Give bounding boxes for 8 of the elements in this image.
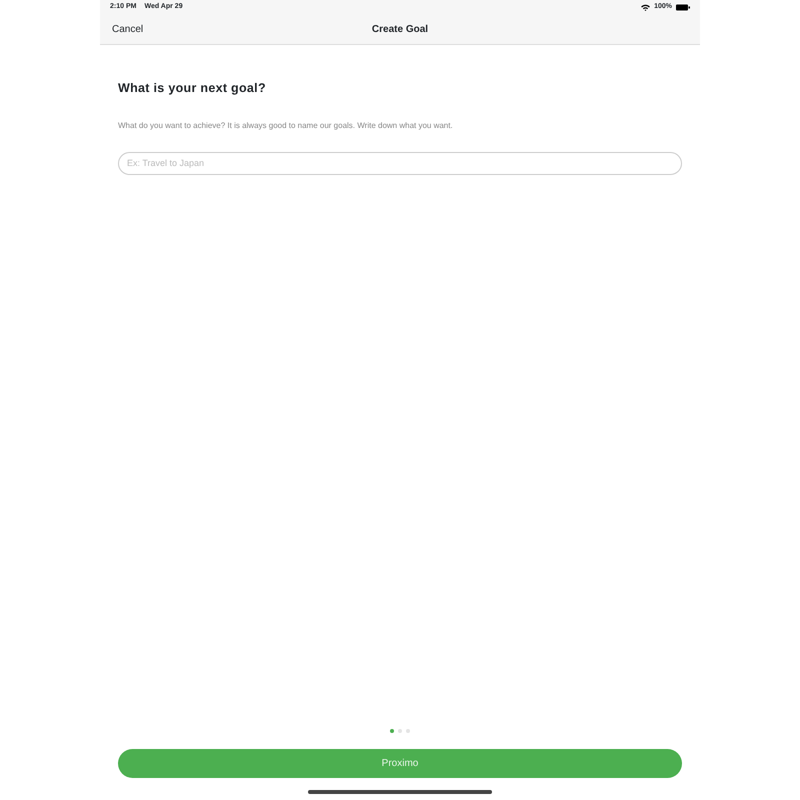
goal-input-field[interactable]: Ex: Travel to Japan bbox=[118, 152, 682, 175]
wifi-icon bbox=[641, 4, 650, 10]
screen-title: Create Goal bbox=[372, 22, 428, 36]
goal-heading: What is your next goal? bbox=[118, 80, 267, 97]
cancel-button[interactable]: Cancel bbox=[112, 22, 144, 36]
goal-description: What do you want to achieve? It is always good to name our goals. Write down what you want. bbox=[118, 120, 454, 132]
page-dot[interactable] bbox=[390, 729, 394, 733]
battery-icon bbox=[676, 4, 690, 10]
